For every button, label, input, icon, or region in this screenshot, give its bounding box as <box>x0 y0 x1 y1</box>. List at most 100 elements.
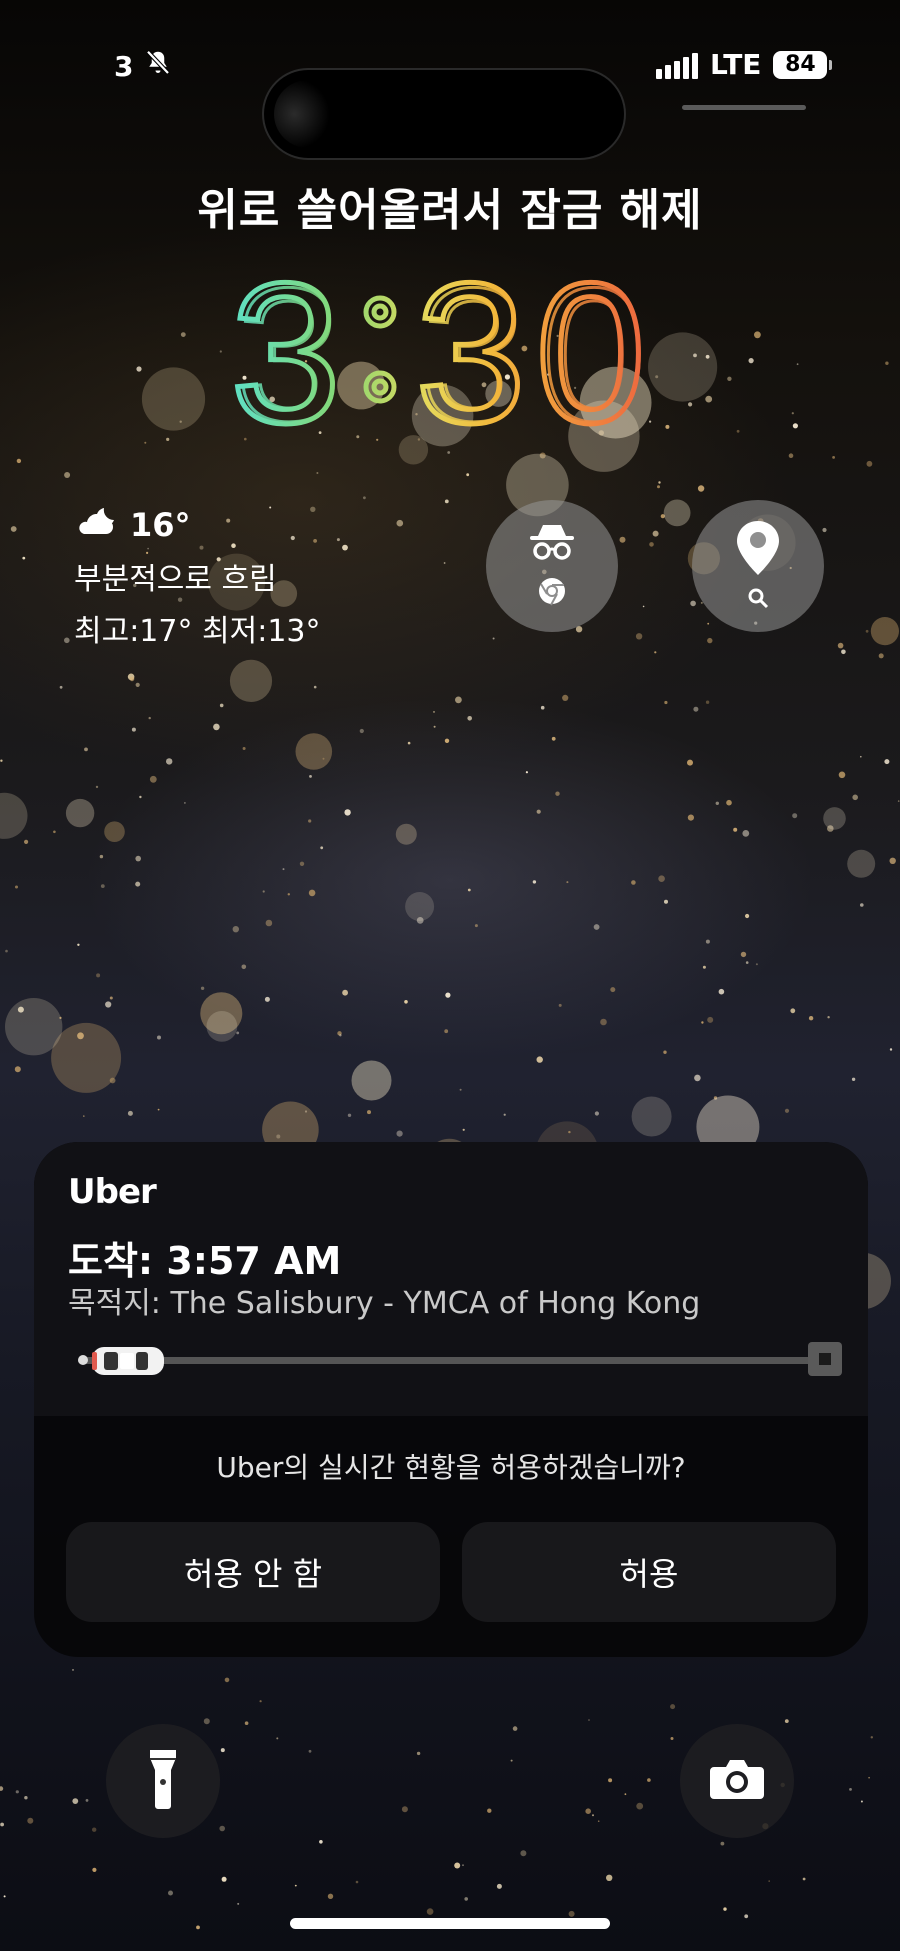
glitter-dot <box>339 1034 342 1037</box>
glitter-dot <box>860 1800 863 1803</box>
glitter-dot <box>740 951 747 958</box>
glitter-dot <box>555 791 560 796</box>
glitter-dot <box>658 481 661 484</box>
glitter-dot <box>585 1808 591 1814</box>
glitter-dot <box>16 458 22 464</box>
glitter-dot <box>566 881 569 884</box>
deny-button[interactable]: 허용 안 함 <box>66 1522 440 1622</box>
glitter-dot <box>342 989 348 996</box>
maps-search-widget[interactable] <box>692 500 824 632</box>
uber-live-activity[interactable]: Uber 도착: 3:57 AM 목적지: The Salisbury - YM… <box>34 1142 868 1657</box>
weather-widget[interactable]: 16° 부분적으로 흐림 최고:17° 최저:13° <box>74 504 321 650</box>
glitter-dot <box>180 332 186 337</box>
glitter-dot <box>462 1864 464 1867</box>
glitter-dot <box>733 827 738 832</box>
glitter-dot <box>139 795 142 799</box>
glitter-dot <box>59 685 63 689</box>
glitter-dot <box>868 1776 870 1779</box>
control-center-handle[interactable] <box>682 105 806 110</box>
glitter-dot <box>0 759 3 762</box>
glitter-dot <box>92 1867 97 1872</box>
bokeh-circle <box>870 617 900 646</box>
glitter-dot <box>157 1108 160 1111</box>
glitter-dot <box>792 813 798 819</box>
glitter-dot <box>184 802 186 804</box>
glitter-dot <box>401 1806 408 1813</box>
glitter-dot <box>657 485 660 489</box>
glitter-dot <box>520 1850 527 1857</box>
bokeh-circle <box>206 1011 238 1042</box>
trip-progress-track <box>78 1342 842 1378</box>
bokeh-circle <box>823 807 846 830</box>
glitter-dot <box>444 499 449 504</box>
glitter-dot <box>808 1016 814 1021</box>
glitter-dot <box>897 800 900 802</box>
destination-marker-icon <box>808 1342 842 1376</box>
glitter-dot <box>832 456 835 459</box>
home-indicator[interactable] <box>290 1918 610 1929</box>
glitter-dot <box>22 556 26 560</box>
glitter-dot <box>100 884 105 888</box>
glitter-dot <box>802 1877 806 1881</box>
glitter-dot <box>344 809 351 816</box>
glitter-dot <box>327 1893 334 1900</box>
glitter-dot <box>135 855 141 862</box>
bokeh-circle <box>351 1060 392 1101</box>
signal-bars-icon <box>656 51 698 79</box>
glitter-dot <box>849 1788 852 1791</box>
glitter-dot <box>416 1751 421 1756</box>
glitter-dot <box>631 880 636 885</box>
glitter-dot <box>99 854 104 859</box>
glitter-dot <box>464 1897 469 1901</box>
glitter-dot <box>790 1008 796 1014</box>
glitter-dot <box>532 880 537 884</box>
battery-icon: 84 <box>773 50 833 79</box>
app-name: Uber <box>68 1172 157 1212</box>
chrome-incognito-widget[interactable] <box>486 500 618 632</box>
bokeh-circle <box>405 892 435 921</box>
glitter-dot <box>707 637 713 644</box>
glitter-dot <box>658 875 665 882</box>
glitter-dot <box>299 861 305 866</box>
glitter-dot <box>822 527 827 533</box>
glitter-dot <box>53 830 56 834</box>
glitter-dot <box>688 402 693 407</box>
glitter-dot <box>64 637 70 644</box>
bokeh-circle <box>663 499 691 527</box>
notification-count: 3 <box>114 50 134 83</box>
bokeh-circle <box>395 823 417 845</box>
glitter-dot <box>224 1677 230 1683</box>
glitter-dot <box>219 703 224 708</box>
glitter-dot <box>608 1778 613 1783</box>
live-activity-content[interactable]: Uber 도착: 3:57 AM 목적지: The Salisbury - YM… <box>34 1142 868 1416</box>
glitter-dot <box>784 1108 790 1113</box>
glitter-dot <box>244 1721 249 1725</box>
glitter-dot <box>342 544 348 551</box>
glitter-dot <box>308 819 312 823</box>
bokeh-circle <box>631 1096 672 1137</box>
glitter-dot <box>768 1880 770 1882</box>
glitter-dot <box>624 1793 627 1796</box>
glitter-dot <box>745 961 749 964</box>
camera-button[interactable] <box>680 1724 794 1838</box>
glitter-dot <box>558 1003 562 1007</box>
glitter-dot <box>308 1749 312 1753</box>
car-icon <box>90 1344 166 1382</box>
glitter-dot <box>726 799 732 806</box>
notification-indicator: 3 <box>114 48 173 85</box>
glitter-dot <box>664 899 668 904</box>
glitter-dot <box>510 1759 513 1762</box>
glitter-dot <box>705 395 713 403</box>
clock-minute-ones-inner: 0 <box>541 262 647 447</box>
glitter-dot <box>72 1798 79 1804</box>
bokeh-circle <box>295 733 333 770</box>
flashlight-button[interactable] <box>106 1724 220 1838</box>
glitter-dot <box>754 331 761 339</box>
glitter-dot <box>593 924 600 930</box>
glitter-dot <box>702 965 706 969</box>
glitter-dot <box>841 649 846 655</box>
glitter-dot <box>866 460 873 467</box>
glitter-dot <box>203 1718 210 1725</box>
allow-button[interactable]: 허용 <box>462 1522 836 1622</box>
glitter-dot <box>0 1786 4 1791</box>
